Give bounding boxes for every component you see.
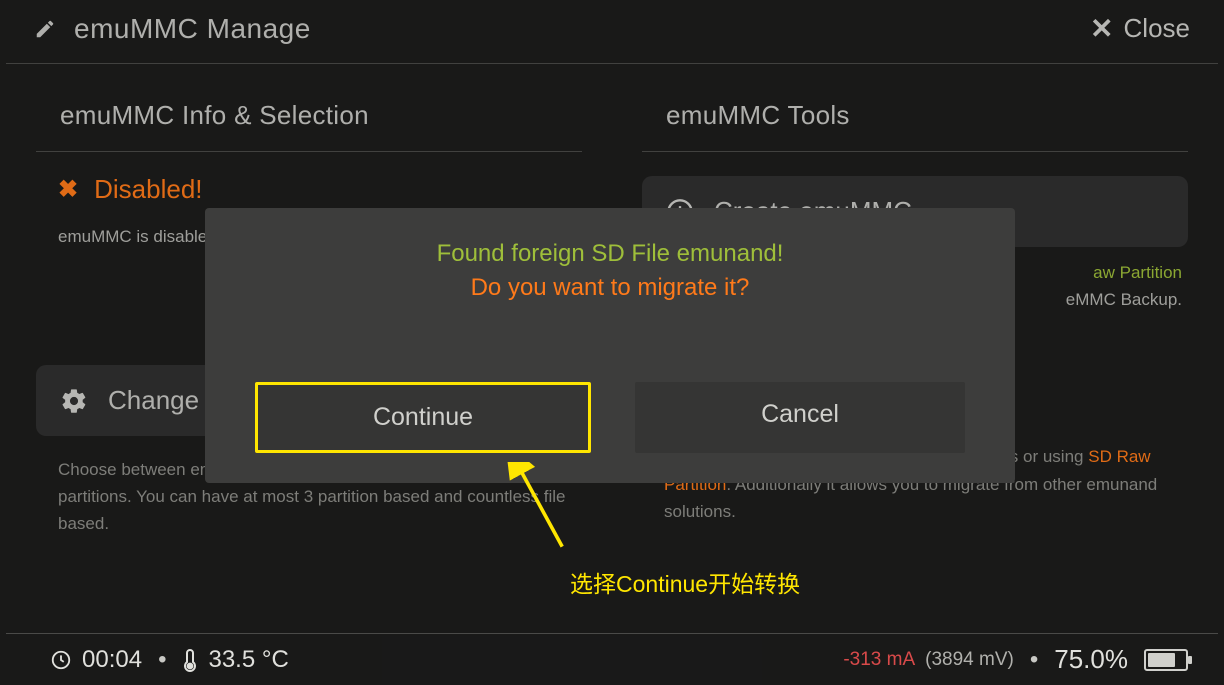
battery-icon	[1144, 649, 1188, 671]
clock-icon	[50, 649, 72, 671]
voltage-text: (3894 mV)	[925, 649, 1014, 671]
battery-text: 75.0%	[1054, 644, 1128, 675]
cancel-button[interactable]: Cancel	[635, 382, 965, 453]
battery-fill	[1148, 653, 1175, 667]
continue-label: Continue	[373, 403, 473, 431]
annotation-text: 选择Continue开始转换	[570, 565, 800, 599]
continue-button[interactable]: Continue	[255, 382, 591, 453]
thermometer-icon	[182, 647, 198, 673]
statusbar-left: 00:04 • 33.5 °C	[50, 646, 289, 674]
dialog-line1: Found foreign SD File emunand!	[205, 240, 1015, 268]
cancel-label: Cancel	[761, 400, 839, 428]
current-text: -313 mA	[843, 649, 915, 671]
dialog-buttons: Continue Cancel	[205, 382, 1015, 453]
statusbar-right: -313 mA (3894 mV) • 75.0%	[843, 644, 1188, 675]
dialog-line2: Do you want to migrate it?	[205, 274, 1015, 302]
migrate-dialog: Found foreign SD File emunand! Do you wa…	[205, 208, 1015, 483]
time-text: 00:04	[82, 646, 142, 674]
dot-separator: •	[158, 646, 166, 674]
status-bar: 00:04 • 33.5 °C -313 mA (3894 mV) • 75.0…	[6, 633, 1218, 685]
temp-text: 33.5 °C	[208, 646, 288, 674]
dot-separator-2: •	[1030, 646, 1038, 674]
